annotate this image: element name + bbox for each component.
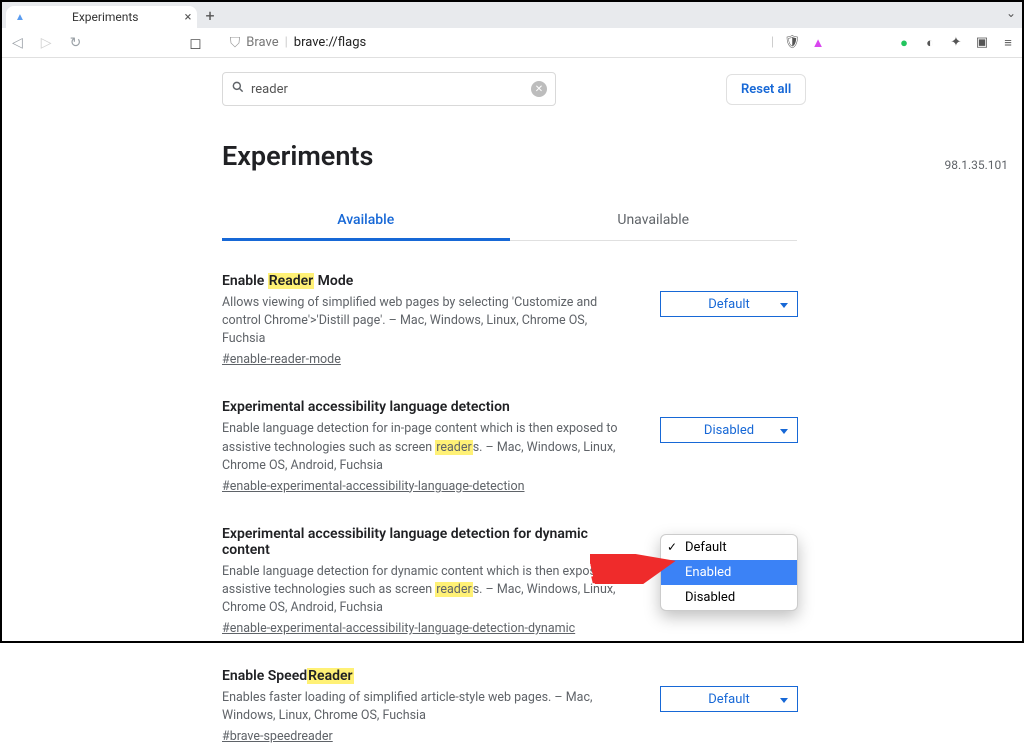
flag-description: Enable language detection for dynamic co… [222, 563, 630, 617]
dropdown-option-default[interactable]: ✓ Default [661, 535, 797, 560]
browser-tab[interactable]: ▲ Experiments × [6, 6, 197, 28]
shield-icon: ⛉ [230, 35, 241, 51]
flag-row: Enable Reader Mode Allows viewing of sim… [222, 273, 798, 367]
flask-icon: ▲ [14, 11, 26, 23]
flag-select[interactable]: Disabled [660, 417, 798, 443]
extensions-puzzle-icon[interactable]: ✦ [948, 35, 964, 51]
flag-anchor-link[interactable]: #enable-experimental-accessibility-langu… [222, 479, 525, 494]
browser-tab-bar: ▲ Experiments × + ⌄ [2, 2, 1022, 28]
extension-circle-icon[interactable]: ● [896, 35, 912, 51]
divider-icon: | [771, 35, 774, 50]
address-bar[interactable]: ⛉ Brave | brave://flags [230, 35, 366, 51]
toolbar-right: | 🛡 ▲ ● ◐ ✦ ▣ ≡ [771, 35, 1016, 51]
flag-select[interactable]: Default [660, 686, 798, 712]
brave-shield-icon[interactable]: 🛡 [784, 35, 800, 51]
tab-dropdown-icon[interactable]: ⌄ [1006, 6, 1016, 20]
reload-button[interactable]: ↻ [66, 33, 86, 53]
flag-title: Enable SpeedReader [222, 668, 630, 684]
new-tab-button[interactable]: + [205, 6, 214, 25]
clear-search-icon[interactable]: ✕ [531, 81, 547, 97]
page-title: Experiments [222, 140, 373, 172]
check-icon: ✓ [667, 540, 677, 554]
sidebar-icon[interactable]: ▣ [974, 35, 990, 51]
brave-rewards-icon[interactable]: ▲ [810, 35, 826, 51]
flag-anchor-link[interactable]: #brave-speedreader [222, 729, 333, 744]
dropdown-option-enabled[interactable]: Enabled [661, 560, 797, 585]
search-icon [231, 80, 245, 98]
back-button[interactable]: ◁ [8, 33, 27, 53]
flag-description: Enable language detection for in-page co… [222, 420, 630, 474]
forward-button[interactable]: ▷ [37, 33, 56, 53]
flag-title: Experimental accessibility language dete… [222, 526, 630, 558]
flag-description: Enables faster loading of simplified art… [222, 689, 630, 725]
flag-title: Enable Reader Mode [222, 273, 630, 289]
reset-all-button[interactable]: Reset all [726, 74, 806, 105]
tabs-row: Available Unavailable [222, 202, 797, 241]
extension-swirl-icon[interactable]: ◐ [922, 35, 938, 51]
address-url: brave://flags [294, 35, 366, 50]
tab-unavailable[interactable]: Unavailable [510, 202, 798, 240]
flag-select[interactable]: Default [660, 291, 798, 317]
tab-available[interactable]: Available [222, 202, 510, 241]
bookmark-icon[interactable]: ◻ [189, 34, 201, 52]
flag-description: Allows viewing of simplified web pages b… [222, 294, 630, 348]
tab-title: Experiments [72, 10, 139, 24]
flag-title: Experimental accessibility language dete… [222, 399, 630, 415]
search-value: reader [251, 82, 525, 97]
flag-select-dropdown: ✓ Default Enabled Disabled [660, 534, 798, 611]
page-body: reader ✕ Reset all Experiments 98.1.35.1… [2, 58, 1022, 744]
search-input[interactable]: reader ✕ [222, 72, 556, 106]
version-label: 98.1.35.101 [945, 158, 1008, 172]
browser-toolbar: ◁ ▷ ↻ ◻ ⛉ Brave | brave://flags | 🛡 ▲ ● … [2, 28, 1022, 58]
flag-row: Experimental accessibility language dete… [222, 399, 798, 493]
menu-icon[interactable]: ≡ [1000, 35, 1016, 51]
flag-anchor-link[interactable]: #enable-reader-mode [222, 352, 341, 367]
close-tab-icon[interactable]: × [185, 10, 192, 25]
flag-anchor-link[interactable]: #enable-experimental-accessibility-langu… [222, 621, 575, 636]
flag-row: Enable SpeedReader Enables faster loadin… [222, 668, 798, 744]
dropdown-option-disabled[interactable]: Disabled [661, 585, 797, 610]
search-row: reader ✕ Reset all [222, 72, 1018, 106]
address-prefix: Brave [246, 35, 278, 50]
address-separator: | [285, 35, 288, 50]
